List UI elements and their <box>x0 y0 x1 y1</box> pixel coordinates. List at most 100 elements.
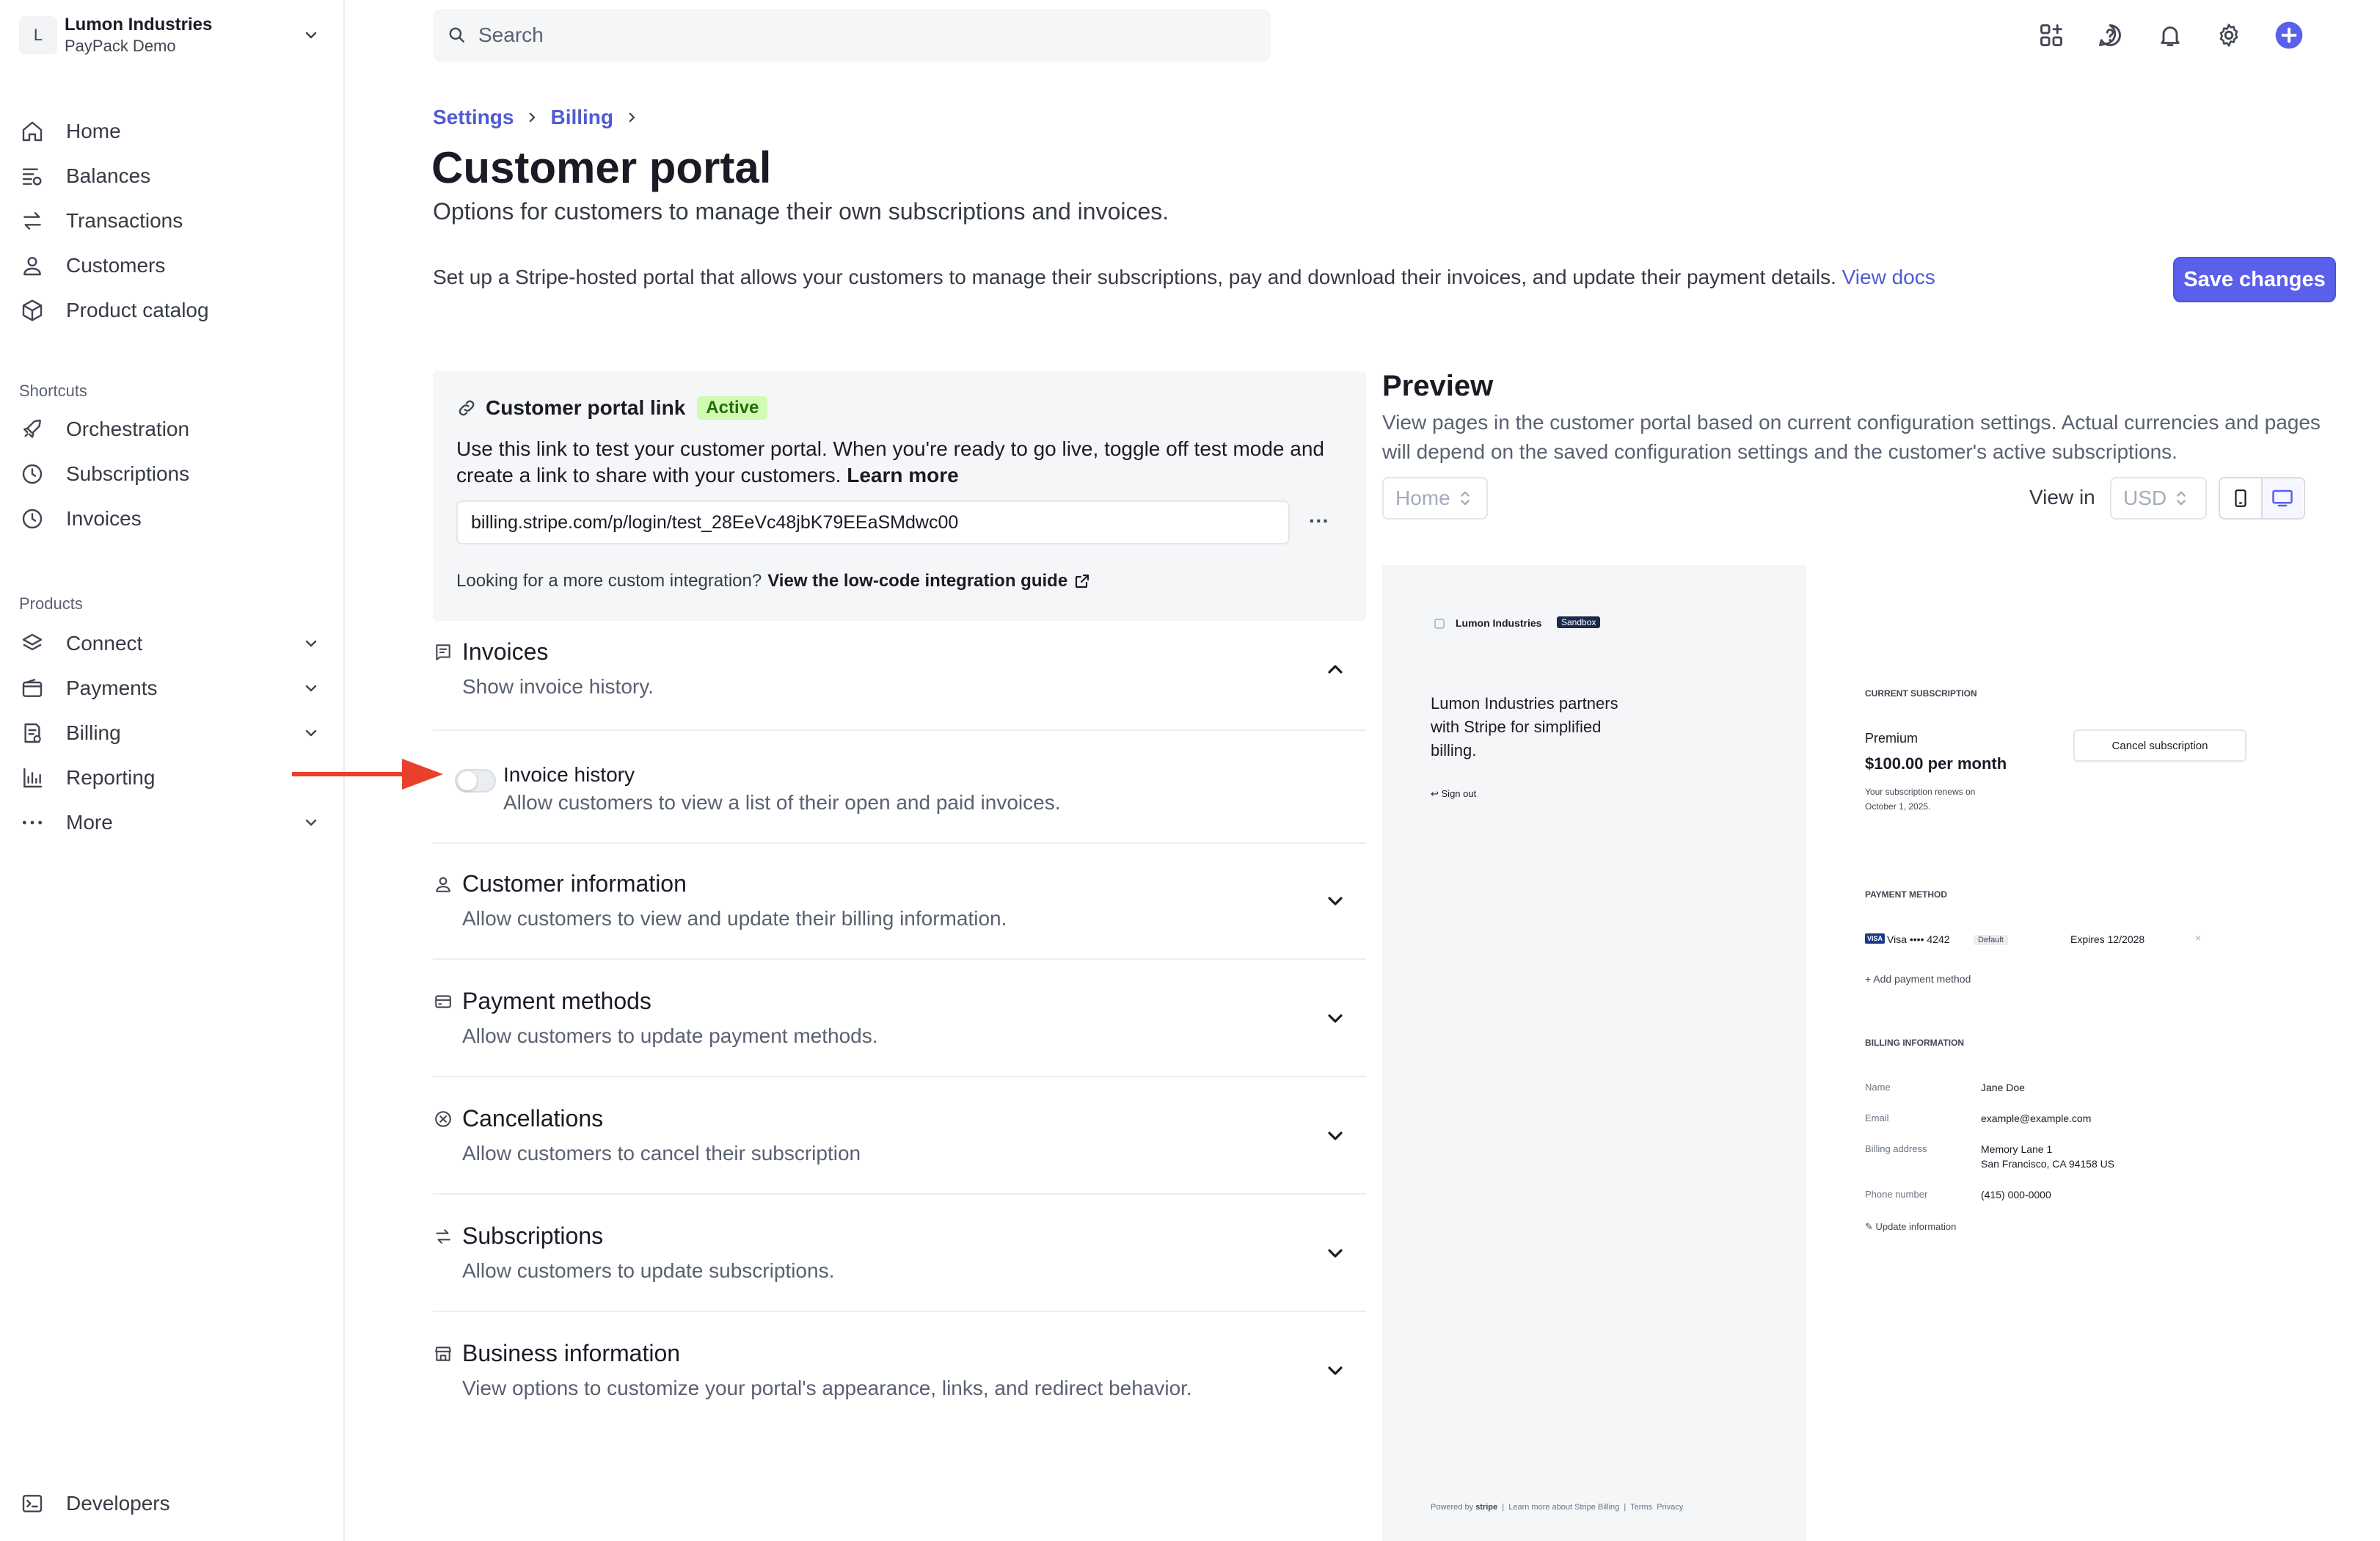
help-icon[interactable] <box>2095 21 2125 50</box>
card-number: Visa •••• 4242 <box>1887 933 1950 945</box>
stripe-logo: stripe <box>1475 1503 1498 1512</box>
learn-billing-link[interactable]: Learn more about Stripe Billing <box>1508 1503 1619 1512</box>
nav-item-home[interactable]: Home <box>19 109 320 153</box>
products-title: Products <box>19 594 83 613</box>
nav-item-more[interactable]: More <box>19 800 320 845</box>
preview-page-value: Home <box>1395 487 1450 509</box>
privacy-link[interactable]: Privacy <box>1657 1503 1683 1512</box>
nav-item-billing[interactable]: Billing <box>19 710 320 755</box>
monitor-icon <box>2272 489 2293 507</box>
preview-title: Preview <box>1382 370 1494 402</box>
card-expiry: Expires 12/2028 <box>2070 933 2145 945</box>
person-icon <box>433 874 453 895</box>
shortcuts-nav: Orchestration Subscriptions Invoices <box>19 407 320 541</box>
section-invoices[interactable]: Invoices Show invoice history. <box>433 638 1366 712</box>
update-information-link[interactable]: ✎ Update information <box>1865 1221 1956 1233</box>
portal-tagline-2: with Stripe for simplified <box>1431 718 1602 736</box>
section-desc: Allow customers to update subscriptions. <box>462 1259 835 1282</box>
visa-icon: VISA <box>1865 933 1886 944</box>
phone-icon <box>2235 489 2246 507</box>
section-title: Subscriptions <box>462 1223 604 1249</box>
invoice-history-toggle[interactable] <box>455 769 496 793</box>
billing-phone-value: (415) 000-0000 <box>1981 1189 2051 1201</box>
chevron-down-icon[interactable] <box>1324 1124 1347 1148</box>
card-icon <box>433 991 453 1012</box>
close-icon[interactable]: × <box>2195 932 2201 944</box>
portal-link-title: Customer portal link <box>486 396 686 419</box>
add-pm-label: Add payment method <box>1873 973 1971 985</box>
nav-item-invoices[interactable]: Invoices <box>19 496 320 541</box>
update-info-label: Update information <box>1875 1221 1957 1232</box>
integration-guide-link[interactable]: View the low-code integration guide <box>767 571 1067 591</box>
portal-url-field[interactable]: billing.stripe.com/p/login/test_28EeVc48… <box>456 500 1290 544</box>
clock-icon <box>19 461 45 487</box>
search-placeholder: Search <box>478 23 544 46</box>
portal-sign-out[interactable]: ↩ Sign out <box>1431 788 1476 800</box>
billing-email-value: example@example.com <box>1981 1112 2092 1124</box>
shortcuts-title: Shortcuts <box>19 382 87 400</box>
view-docs-link[interactable]: View docs <box>1842 266 1935 288</box>
portal-link-header: Customer portal link Active <box>456 396 768 420</box>
currency-select[interactable]: USD <box>2110 477 2207 520</box>
nav-item-payments[interactable]: Payments <box>19 666 320 710</box>
bar-chart-icon <box>19 765 45 791</box>
nav-item-subscriptions[interactable]: Subscriptions <box>19 451 320 496</box>
currency-value: USD <box>2123 487 2167 509</box>
section-desc: Allow customers to view and update their… <box>462 907 1007 930</box>
search-icon <box>449 27 464 43</box>
desktop-view-button[interactable] <box>2261 478 2302 518</box>
more-options-button[interactable]: ··· <box>1304 509 1334 533</box>
page-subtitle: Options for customers to manage their ow… <box>433 198 1169 225</box>
chevron-down-icon[interactable] <box>1324 1007 1347 1030</box>
mobile-view-button[interactable] <box>2220 478 2261 518</box>
section-subscriptions[interactable]: Subscriptions Allow customers to update … <box>433 1223 1366 1296</box>
section-customer-information[interactable]: Customer information Allow customers to … <box>433 870 1366 944</box>
gear-icon[interactable] <box>2214 21 2244 50</box>
chevron-down-icon[interactable] <box>1324 889 1347 913</box>
chevron-down-icon[interactable] <box>1324 1359 1347 1382</box>
portal-cancel-button[interactable]: Cancel subscription <box>2073 729 2246 762</box>
nav-item-orchestration[interactable]: Orchestration <box>19 407 320 451</box>
section-cancellations[interactable]: Cancellations Allow customers to cancel … <box>433 1105 1366 1178</box>
nav-item-developers[interactable]: Developers <box>19 1481 320 1526</box>
chevron-down-icon <box>305 685 317 691</box>
more-dots-icon <box>19 809 45 836</box>
add-payment-method-link[interactable]: + Add payment method <box>1865 973 1971 985</box>
save-changes-button[interactable]: Save changes <box>2173 257 2336 302</box>
search-input[interactable]: Search <box>433 9 1271 62</box>
billing-name-key: Name <box>1865 1082 1891 1093</box>
nav-item-reporting[interactable]: Reporting <box>19 755 320 800</box>
billing-icon <box>19 720 45 746</box>
nav-item-customers[interactable]: Customers <box>19 243 320 288</box>
preview-page-select[interactable]: Home <box>1382 477 1488 520</box>
preview-desc: View pages in the customer portal based … <box>1382 411 2321 463</box>
billing-phone-key: Phone number <box>1865 1189 1928 1200</box>
nav-label: More <box>66 810 113 834</box>
chevron-down-icon[interactable] <box>1324 1242 1347 1265</box>
apps-icon[interactable] <box>2037 21 2066 50</box>
bell-icon[interactable] <box>2155 21 2185 50</box>
create-plus-icon[interactable] <box>2274 21 2304 50</box>
chevron-down-icon <box>305 729 317 736</box>
chevron-up-icon[interactable] <box>1324 657 1347 681</box>
account-switcher[interactable]: L Lumon Industries PayPack Demo <box>19 12 320 59</box>
nav-item-balances[interactable]: Balances <box>19 153 320 198</box>
plan-price: $100.00 per month <box>1865 754 2007 773</box>
nav-item-product-catalog[interactable]: Product catalog <box>19 288 320 332</box>
chevron-down-icon <box>305 819 317 826</box>
learn-more-link[interactable]: Learn more <box>847 464 959 487</box>
breadcrumb-billing[interactable]: Billing <box>550 106 613 129</box>
nav-label: Developers <box>66 1491 170 1515</box>
section-payment-methods[interactable]: Payment methods Allow customers to updat… <box>433 988 1366 1061</box>
section-business-information[interactable]: Business information View options to cus… <box>433 1340 1366 1413</box>
breadcrumb-settings[interactable]: Settings <box>433 106 514 129</box>
billing-address-line1: Memory Lane 1 <box>1981 1143 2053 1155</box>
nav-label: Connect <box>66 631 143 655</box>
nav-item-transactions[interactable]: Transactions <box>19 198 320 243</box>
home-icon <box>19 118 45 145</box>
nav-item-connect[interactable]: Connect <box>19 621 320 666</box>
section-title: Invoices <box>462 638 549 665</box>
breadcrumb: Settings Billing <box>433 106 650 129</box>
terms-link[interactable]: Terms <box>1630 1503 1652 1512</box>
view-in-label: View in <box>2029 486 2095 509</box>
